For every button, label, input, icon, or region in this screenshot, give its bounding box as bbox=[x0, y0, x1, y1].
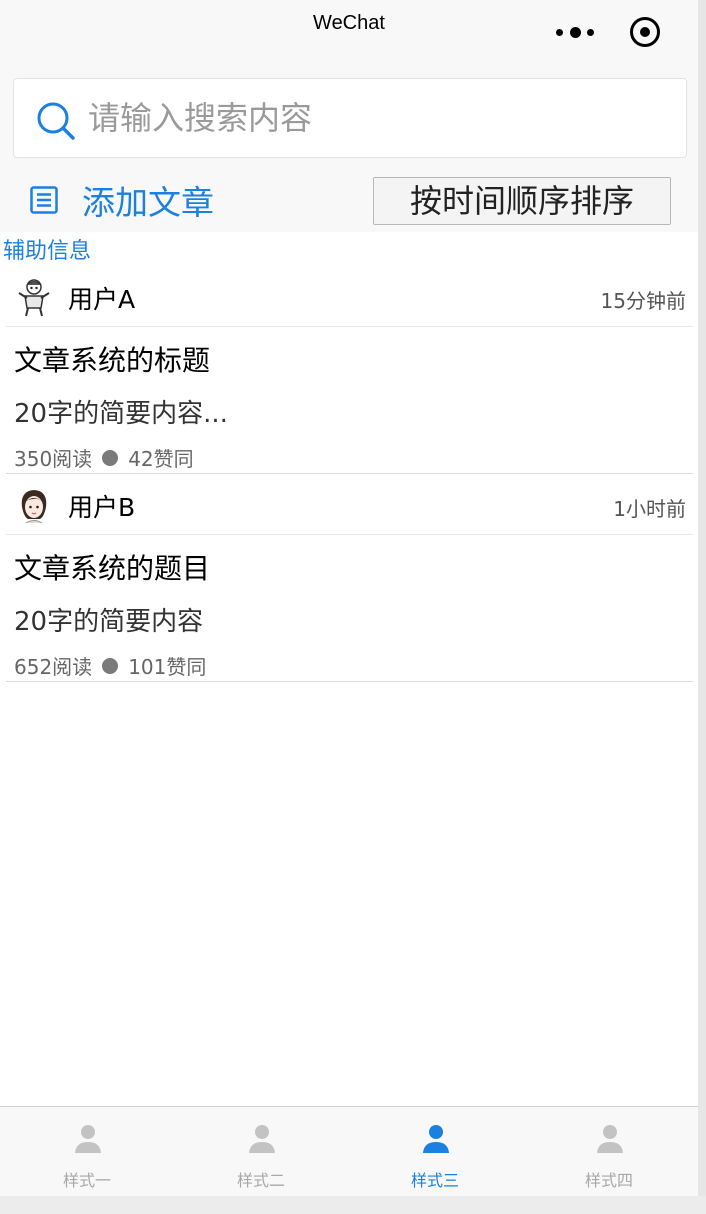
article-stats: 350阅读 42赞同 bbox=[14, 443, 194, 472]
toolbar: 添加文章 按时间顺序排序 bbox=[0, 168, 698, 232]
read-count: 652阅读 bbox=[14, 655, 93, 679]
dot bbox=[569, 26, 581, 38]
tab-label: 样式四 bbox=[584, 1171, 633, 1190]
divider bbox=[6, 681, 693, 682]
article-item[interactable]: 用户B 1小时前 文章系统的题目 20字的简要内容 652阅读 101赞同 bbox=[6, 475, 693, 689]
window-edge bbox=[698, 0, 706, 1214]
dot-separator bbox=[102, 449, 119, 466]
article-header: 用户B 1小时前 bbox=[6, 475, 693, 535]
list-icon bbox=[30, 186, 58, 214]
read-count: 350阅读 bbox=[14, 447, 93, 471]
search-area bbox=[0, 64, 698, 168]
sort-by-time-button[interactable]: 按时间顺序排序 bbox=[373, 177, 671, 225]
page: WeChat 添加文章 按时间顺序排序 bbox=[0, 0, 706, 1214]
article-header: 用户A 15分钟前 bbox=[6, 267, 693, 327]
username: 用户B bbox=[68, 493, 136, 522]
user-icon bbox=[597, 1125, 623, 1153]
window-edge bbox=[0, 1196, 706, 1214]
add-article-label: 添加文章 bbox=[82, 183, 214, 222]
post-time: 1小时前 bbox=[613, 497, 686, 521]
dot bbox=[587, 28, 594, 36]
tab-label: 样式三 bbox=[410, 1171, 459, 1190]
target-circle-icon[interactable] bbox=[630, 17, 660, 47]
article-summary: 20字的简要内容 bbox=[14, 607, 204, 637]
article-title: 文章系统的标题 bbox=[14, 344, 211, 377]
search-icon bbox=[37, 102, 75, 140]
like-count: 42赞同 bbox=[128, 447, 194, 471]
tab-style-4[interactable]: 样式四 bbox=[522, 1107, 696, 1197]
more-dots-icon[interactable] bbox=[556, 20, 594, 44]
article-title: 文章系统的题目 bbox=[14, 552, 211, 585]
search-input[interactable] bbox=[88, 79, 668, 157]
tab-label: 样式二 bbox=[236, 1171, 285, 1190]
search-box[interactable] bbox=[13, 78, 687, 158]
article-stats: 652阅读 101赞同 bbox=[14, 651, 206, 680]
cartoon-avatar-icon bbox=[18, 279, 50, 317]
tab-label: 样式一 bbox=[62, 1171, 111, 1190]
user-icon bbox=[249, 1125, 275, 1153]
article-item[interactable]: 用户A 15分钟前 文章系统的标题 20字的简要内容... 350阅读 42赞同 bbox=[6, 267, 693, 481]
tab-style-3[interactable]: 样式三 bbox=[348, 1107, 522, 1197]
article-summary: 20字的简要内容... bbox=[14, 399, 228, 429]
dot-separator bbox=[102, 657, 119, 674]
divider bbox=[6, 473, 693, 474]
tab-style-2[interactable]: 样式二 bbox=[174, 1107, 348, 1197]
dot bbox=[556, 28, 563, 36]
girl-avatar-icon bbox=[21, 490, 47, 524]
nav-bar: WeChat bbox=[0, 0, 698, 64]
user-icon bbox=[75, 1125, 101, 1153]
like-count: 101赞同 bbox=[128, 655, 207, 679]
aux-info-link[interactable]: 辅助信息 bbox=[3, 233, 91, 265]
tab-bar: 样式一 样式二 样式三 样式四 bbox=[0, 1106, 698, 1196]
tab-style-1[interactable]: 样式一 bbox=[0, 1107, 174, 1197]
post-time: 15分钟前 bbox=[600, 289, 686, 313]
add-article-button[interactable]: 添加文章 bbox=[30, 174, 214, 226]
user-icon bbox=[423, 1125, 449, 1153]
username: 用户A bbox=[68, 285, 136, 314]
